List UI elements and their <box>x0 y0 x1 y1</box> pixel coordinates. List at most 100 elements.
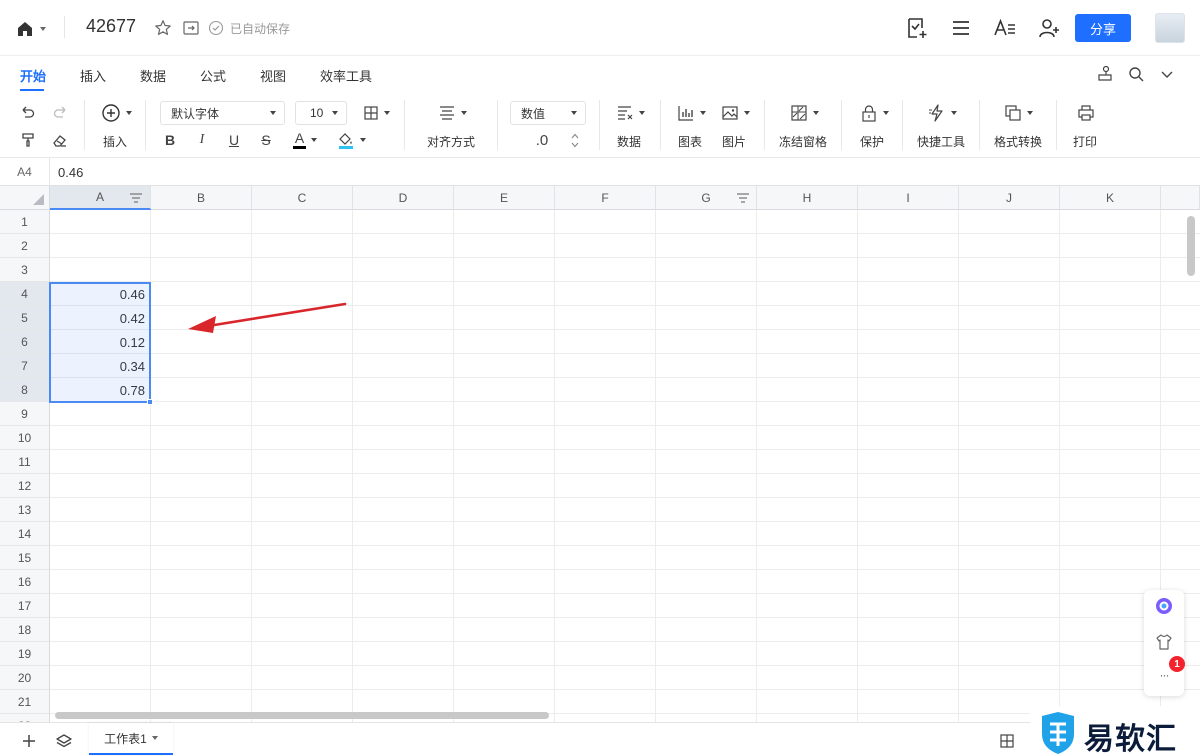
row-header-14[interactable]: 14 <box>0 522 50 546</box>
select-all-corner[interactable] <box>0 186 50 210</box>
row-header-15[interactable]: 15 <box>0 546 50 570</box>
row-header-21[interactable]: 21 <box>0 690 50 714</box>
column-header-k[interactable]: K <box>1060 186 1161 210</box>
row-header-1[interactable]: 1 <box>0 210 50 234</box>
text-format-icon[interactable] <box>993 16 1017 40</box>
sheet-list-layers-icon[interactable] <box>55 732 73 750</box>
align-dropdown-button[interactable] <box>432 102 472 124</box>
row-header-16[interactable]: 16 <box>0 570 50 594</box>
italic-button[interactable]: I <box>193 130 211 150</box>
row-header-20[interactable]: 20 <box>0 666 50 690</box>
row-header-9[interactable]: 9 <box>0 402 50 426</box>
format-painter-button[interactable] <box>18 130 38 150</box>
cell-a4[interactable]: 0.46 <box>50 282 151 306</box>
shirt-skin-icon[interactable] <box>1154 632 1174 652</box>
move-to-folder-icon[interactable] <box>182 19 200 37</box>
row-header-11[interactable]: 11 <box>0 450 50 474</box>
column-header-e[interactable]: E <box>454 186 555 210</box>
tab-efficiency-tools[interactable]: 效率工具 <box>320 66 372 85</box>
cell-reference[interactable]: A4 <box>0 158 50 186</box>
row-header-12[interactable]: 12 <box>0 474 50 498</box>
horizontal-scrollbar[interactable] <box>55 712 549 719</box>
filter-icon[interactable] <box>129 192 143 204</box>
cell-a5[interactable]: 0.42 <box>50 306 151 330</box>
tab-start[interactable]: 开始 <box>20 66 46 85</box>
row-header-17[interactable]: 17 <box>0 594 50 618</box>
add-sheet-icon[interactable] <box>20 732 38 750</box>
row-header-5[interactable]: 5 <box>0 306 50 330</box>
row-header-8[interactable]: 8 <box>0 378 50 402</box>
spreadsheet-app: 42677 已自动保存 分享 开始 插入 数据 公式 视图 效率工具 插入 默认… <box>0 0 1200 756</box>
row-header-10[interactable]: 10 <box>0 426 50 450</box>
tab-formula[interactable]: 公式 <box>200 66 226 85</box>
more-options-button[interactable]: ··· <box>1154 668 1174 688</box>
menu-icon[interactable] <box>949 16 973 40</box>
column-header-a[interactable]: A <box>50 186 151 210</box>
cell-a6[interactable]: 0.12 <box>50 330 151 354</box>
cell-a8[interactable]: 0.78 <box>50 378 151 402</box>
row-header-6[interactable]: 6 <box>0 330 50 354</box>
strikethrough-button[interactable]: S <box>257 130 275 150</box>
column-header-g[interactable]: G <box>656 186 757 210</box>
filter-icon[interactable] <box>736 192 750 204</box>
layout-grid-icon[interactable] <box>998 732 1016 750</box>
row-header-13[interactable]: 13 <box>0 498 50 522</box>
row-gridline <box>50 473 1200 474</box>
tab-insert[interactable]: 插入 <box>80 66 106 85</box>
vertical-scrollbar[interactable] <box>1187 216 1195 276</box>
fill-handle[interactable] <box>147 399 153 405</box>
row-header-19[interactable]: 19 <box>0 642 50 666</box>
share-button[interactable]: 分享 <box>1075 14 1131 42</box>
freeze-panes-dropdown-button[interactable] <box>786 102 822 124</box>
search-icon[interactable] <box>1127 65 1145 83</box>
undo-button[interactable] <box>18 102 38 122</box>
tab-view[interactable]: 视图 <box>260 66 286 85</box>
decimal-stepper[interactable] <box>568 130 582 150</box>
clear-format-button[interactable] <box>50 130 70 150</box>
row-header-18[interactable]: 18 <box>0 618 50 642</box>
column-header-h[interactable]: H <box>757 186 858 210</box>
format-painter-brush-icon[interactable] <box>1096 65 1114 83</box>
add-collaborator-icon[interactable] <box>1037 16 1061 40</box>
row-header-2[interactable]: 2 <box>0 234 50 258</box>
task-add-icon[interactable] <box>905 16 929 40</box>
protect-dropdown-button[interactable] <box>856 102 892 124</box>
format-convert-dropdown-button[interactable] <box>1000 102 1036 124</box>
column-header-c[interactable]: C <box>252 186 353 210</box>
number-format-select[interactable]: 数值 <box>510 101 586 125</box>
font-size-select[interactable]: 10 <box>295 101 347 125</box>
star-icon[interactable] <box>154 19 172 37</box>
quick-tools-dropdown-button[interactable] <box>924 102 960 124</box>
bold-button[interactable]: B <box>161 130 179 150</box>
underline-button[interactable]: U <box>225 130 243 150</box>
data-dropdown-button[interactable] <box>612 102 648 124</box>
collapse-toolbar-chevron-icon[interactable] <box>1158 65 1176 83</box>
column-header-j[interactable]: J <box>959 186 1060 210</box>
tab-data[interactable]: 数据 <box>140 66 166 85</box>
ai-assistant-icon[interactable] <box>1154 596 1174 616</box>
fill-color-button[interactable] <box>333 128 369 152</box>
row-header-4[interactable]: 4 <box>0 282 50 306</box>
chevron-down-icon <box>743 111 750 115</box>
print-button[interactable] <box>1075 102 1097 124</box>
image-dropdown-button[interactable] <box>717 102 753 124</box>
column-header-i[interactable]: I <box>858 186 959 210</box>
chart-dropdown-button[interactable] <box>673 102 709 124</box>
font-family-select[interactable]: 默认字体 <box>160 101 285 125</box>
redo-button[interactable] <box>50 102 70 122</box>
cell-a7[interactable]: 0.34 <box>50 354 151 378</box>
row-header-7[interactable]: 7 <box>0 354 50 378</box>
home-button[interactable] <box>16 19 52 39</box>
column-header-d[interactable]: D <box>353 186 454 210</box>
row-header-3[interactable]: 3 <box>0 258 50 282</box>
row-header-22[interactable]: 22 <box>0 714 50 722</box>
font-color-button[interactable]: A <box>287 128 323 152</box>
column-header-b[interactable]: B <box>151 186 252 210</box>
formula-input[interactable]: 0.46 <box>58 165 83 180</box>
sheet-tab-1[interactable]: 工作表1 <box>89 723 173 755</box>
document-title[interactable]: 42677 <box>86 16 136 37</box>
column-header-f[interactable]: F <box>555 186 656 210</box>
border-dropdown-button[interactable] <box>360 103 392 123</box>
avatar[interactable] <box>1155 13 1185 43</box>
insert-dropdown-button[interactable] <box>98 102 134 124</box>
